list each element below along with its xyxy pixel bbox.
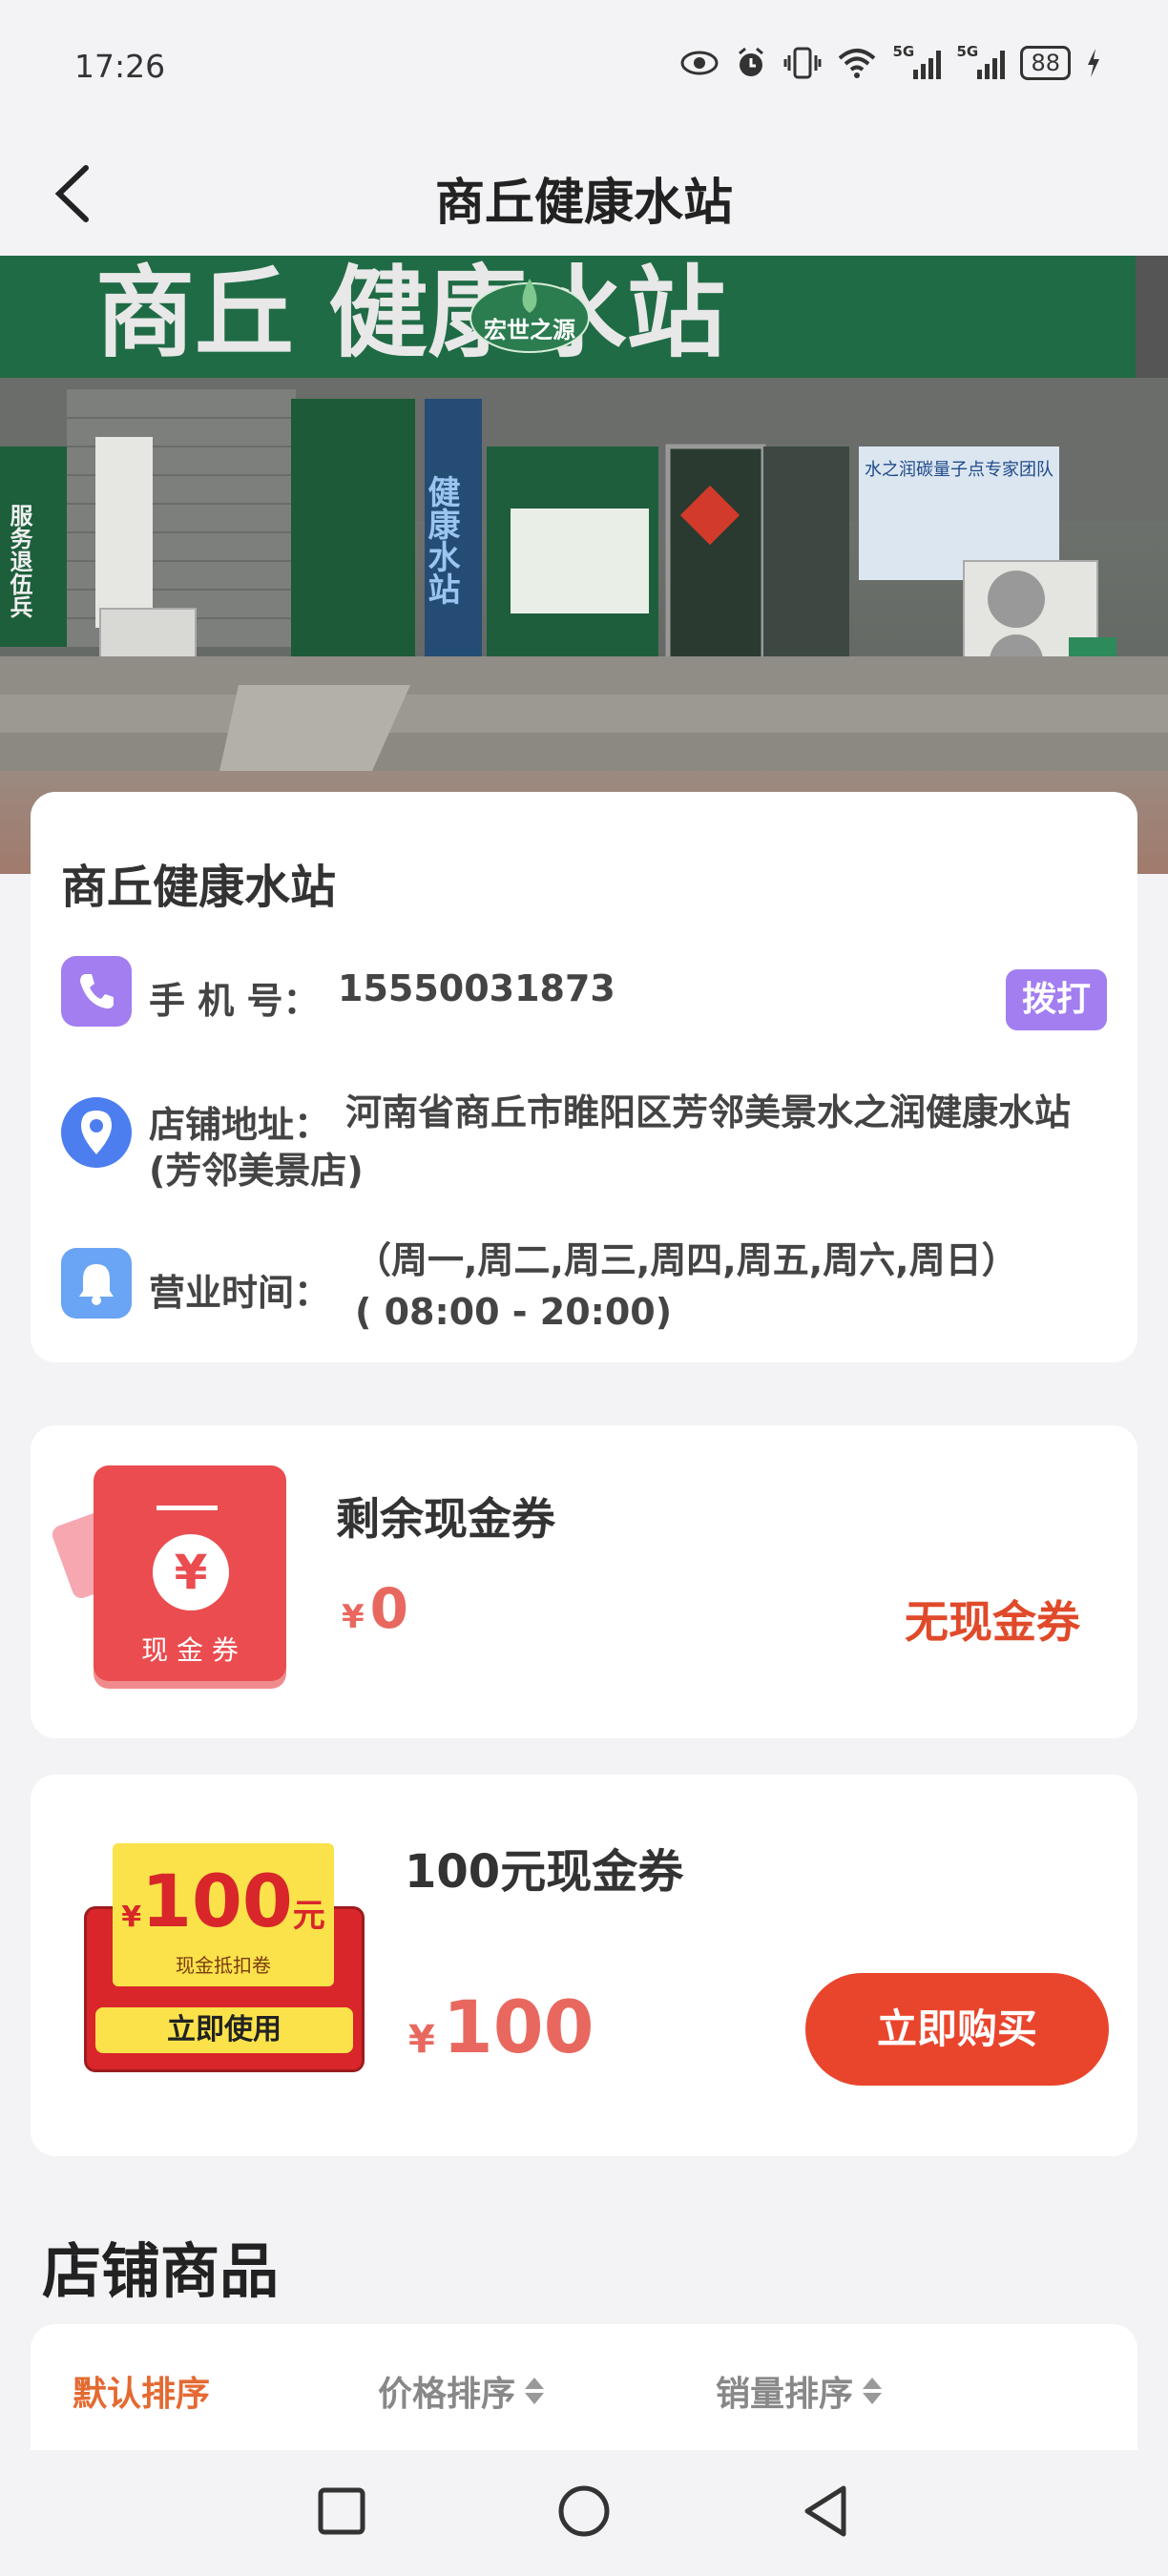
vibrate-icon [783, 47, 822, 79]
cash-voucher-label: 剩余现金券 [336, 1493, 555, 1545]
sort-arrows-icon [863, 2378, 883, 2404]
cash-voucher-icon: ¥ 现 金 券 [50, 1465, 286, 1681]
home-icon[interactable] [555, 2483, 613, 2540]
hours-label: 营业时间： [149, 1272, 331, 1314]
dial-button[interactable]: 拨打 [1006, 969, 1107, 1030]
eye-icon [680, 51, 719, 75]
system-nav-bar [0, 2450, 1168, 2576]
sort-bar: 默认排序 价格排序 销量排序 [31, 2324, 1137, 2467]
phone-icon [61, 956, 132, 1027]
coupon-card: ¥100元 现金抵扣卷 立即使用 100元现金券 ¥100 立即购买 [31, 1775, 1137, 2156]
alarm-icon [739, 47, 764, 76]
page-title: 商丘健康水站 [434, 175, 733, 232]
cash-voucher-amount: ¥0 [342, 1576, 409, 1641]
cash-voucher-status: 无现金券 [905, 1596, 1080, 1648]
sort-default-tab[interactable]: 默认排序 [73, 2366, 210, 2416]
hours-days: （周一,周二,周三,周四,周五,周六,周日） [355, 1239, 1018, 1281]
cash-voucher-card: ¥ 现 金 券 剩余现金券 ¥0 无现金券 [31, 1425, 1137, 1738]
address-value-line2: (芳邻美景店) [149, 1150, 364, 1192]
coupon-label: 100元现金券 [405, 1845, 684, 1899]
store-info-card: 商丘健康水站 手 机 号： 15550031873 拨打 店铺地址： 河南省商丘… [31, 792, 1137, 1362]
bell-icon [61, 1248, 132, 1319]
products-section-title: 店铺商品 [42, 2236, 280, 2306]
sign-text: 商丘 健康水站 [95, 256, 725, 371]
yuan-icon: ¥ [153, 1534, 229, 1610]
status-time: 17:26 [74, 48, 166, 85]
back-triangle-icon[interactable] [798, 2483, 855, 2540]
svg-text:健康水站: 健康水站 [422, 475, 460, 605]
sort-price-tab[interactable]: 价格排序 [378, 2366, 545, 2416]
address-value-line1: 河南省商丘市睢阳区芳邻美景水之润健康水站 [345, 1091, 1072, 1133]
storefront-image: 商丘 健康水站 宏世之源 服务退伍兵 健康水站 水之润碳量子点专家团队 [0, 256, 1168, 874]
coupon-badge-use: 立即使用 [95, 2007, 353, 2053]
svg-text:宏世之源: 宏世之源 [484, 317, 575, 343]
wifi-icon [839, 49, 876, 78]
status-icons: 5G 5G 88 [680, 43, 1101, 80]
status-bar: 17:26 5G 5G 88 [0, 0, 1168, 134]
signal-2-icon: 5G [956, 43, 1006, 79]
location-pin-icon [61, 1097, 132, 1168]
svg-text:水之润碳量子点专家团队: 水之润碳量子点专家团队 [865, 460, 1053, 480]
hours-time: ( 08:00 - 20:00) [355, 1291, 673, 1333]
sort-sales-tab[interactable]: 销量排序 [716, 2366, 883, 2416]
coupon-badge-image: ¥100元 现金抵扣卷 立即使用 [84, 1843, 365, 2072]
recent-apps-icon[interactable] [313, 2483, 370, 2540]
address-label: 店铺地址： [149, 1104, 331, 1146]
coupon-price: ¥100 [408, 1984, 594, 2069]
nav-bar: 商丘健康水站 [0, 134, 1168, 256]
store-name: 商丘健康水站 [61, 861, 337, 914]
store-photo: 商丘 健康水站 宏世之源 服务退伍兵 健康水站 水之润碳量子点专家团队 [0, 256, 1168, 874]
sort-arrows-icon [525, 2378, 545, 2404]
buy-now-button[interactable]: 立即购买 [805, 1973, 1109, 2086]
phone-value: 15550031873 [338, 967, 615, 1009]
phone-label: 手 机 号： [149, 980, 320, 1022]
signal-1-icon: 5G [892, 43, 942, 79]
svg-text:服务退伍兵: 服务退伍兵 [6, 504, 32, 619]
charging-icon [1088, 49, 1099, 77]
battery-indicator: 88 [1020, 46, 1071, 80]
